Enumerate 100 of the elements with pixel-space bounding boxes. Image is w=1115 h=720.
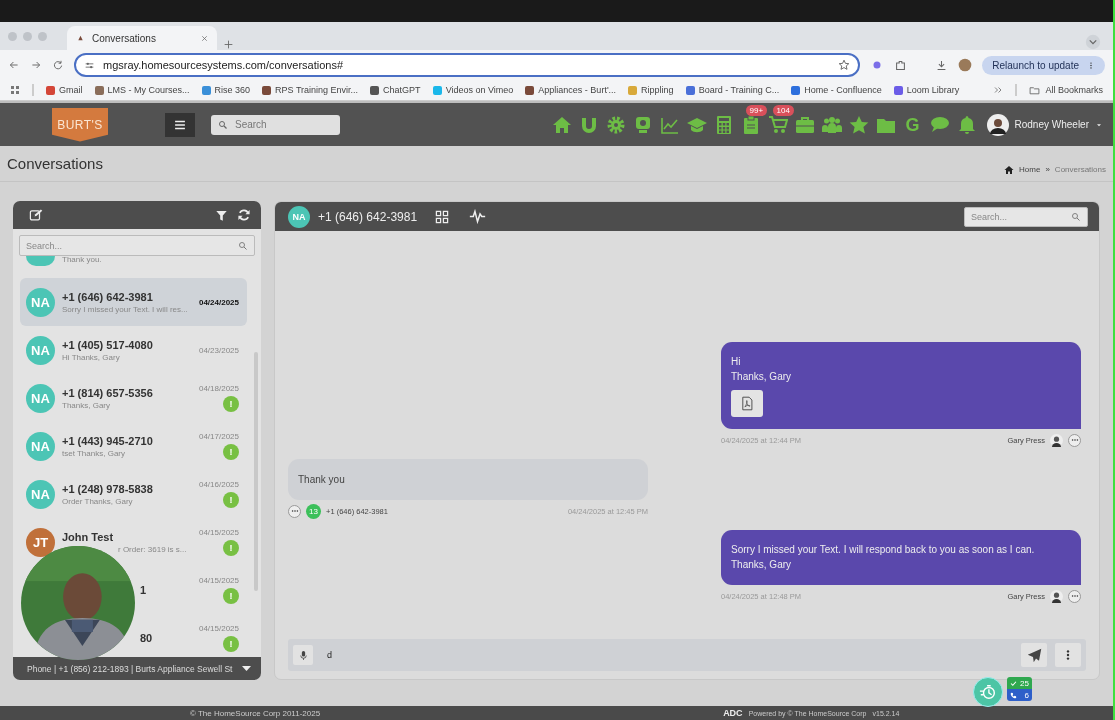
contact-name[interactable]: John Test: [62, 530, 192, 543]
plus-icon[interactable]: [223, 39, 234, 50]
chevron-down-icon[interactable]: [1085, 34, 1101, 50]
pdf-icon: [740, 396, 754, 411]
close-icon[interactable]: [200, 33, 209, 43]
alert-badge: !: [223, 492, 239, 508]
reload-icon[interactable]: [52, 59, 64, 71]
star-icon[interactable]: [838, 59, 851, 71]
bookmark[interactable]: Rise 360: [201, 85, 251, 95]
gear-icon: [605, 114, 626, 135]
microphone-button[interactable]: [293, 645, 313, 665]
more-button[interactable]: [1055, 643, 1081, 667]
more-bookmarks-icon[interactable]: [993, 85, 1004, 95]
refresh-icon[interactable]: [237, 208, 251, 222]
briefcase-icon: [794, 114, 815, 135]
puzzle-icon[interactable]: [894, 58, 908, 72]
home-icon: [551, 114, 572, 135]
avatar: NA: [26, 335, 55, 365]
filter-icon[interactable]: [215, 208, 228, 222]
copyright-text: © The HomeSource Corp 2011-2025: [190, 708, 321, 718]
more-button[interactable]: [1068, 589, 1081, 603]
sender-avatar-icon: [1050, 433, 1063, 447]
alert-badge: !: [223, 396, 239, 412]
contact-name[interactable]: 1: [140, 584, 147, 596]
user-menu[interactable]: Rodney Wheeler: [986, 113, 1103, 136]
contact-name: +1 (248) 978-5838: [62, 482, 154, 495]
sender-avatar-icon: [1050, 589, 1063, 603]
conversation-item[interactable]: NA +1 (248) 978-5838 Order Thanks, Gary 04/16/2025 !: [20, 470, 247, 518]
bookmark[interactable]: RPS Training Envir...: [262, 85, 359, 95]
back-icon[interactable]: [8, 59, 20, 71]
conversation-item[interactable]: NA +1 (443) 945-2710 tset Thanks, Gary 04/17/2025 !: [20, 422, 247, 470]
attachment-button[interactable]: [731, 390, 763, 417]
conversation-item[interactable]: NA +1 (405) 517-4080 Hi Thanks, Gary 04/23/2025: [20, 326, 247, 374]
conversation-date: 04/15/2025: [198, 624, 239, 633]
pulse-icon[interactable]: [469, 208, 487, 225]
contact-name[interactable]: 80: [140, 632, 153, 644]
conversation-item[interactable]: NA +1 (814) 657-5356 Thanks, Gary 04/18/2025 !: [20, 374, 247, 422]
bookmark[interactable]: Rippling: [628, 85, 674, 95]
bookmark[interactable]: LMS - My Courses...: [94, 85, 190, 95]
avatar-icon: [986, 113, 1009, 136]
more-button[interactable]: [1068, 433, 1081, 447]
breadcrumb-link[interactable]: Home: [1019, 165, 1041, 174]
toolbar-button[interactable]: [929, 114, 950, 135]
apps-icon[interactable]: [10, 85, 20, 95]
folder-icon: [1029, 84, 1041, 96]
star-icon: [848, 114, 869, 135]
bookmark[interactable]: Videos on Vimeo: [432, 85, 514, 95]
message-preview: r Order: 3619 is s...: [118, 544, 187, 554]
alert-badge: !: [223, 588, 239, 604]
phone-line-selector[interactable]: Phone | +1 (856) 212-1893 | Burts Appliance Sewell St: [13, 657, 261, 680]
contact-name: +1 (646) 642-3981: [62, 290, 154, 303]
bookmark[interactable]: Home - Confluence: [791, 85, 882, 95]
cart-icon: [767, 114, 788, 135]
menu-button[interactable]: [165, 112, 195, 137]
contact-name: +1 (443) 945-2710: [62, 434, 154, 447]
forward-icon[interactable]: [30, 59, 42, 71]
bookmark[interactable]: Board - Training C...: [685, 85, 780, 95]
speech-bubble-icon: [929, 114, 950, 135]
conversation-date: 04/24/2025: [198, 297, 239, 307]
all-bookmarks[interactable]: All Bookmarks: [1029, 84, 1103, 96]
toolbar-button[interactable]: [605, 114, 626, 135]
message-text: Sorry I missed your Text. I will respond back to you as soon as I can. Thanks, Gary: [731, 543, 1036, 572]
message-preview: Thanks, Gary: [62, 400, 111, 410]
address-bar[interactable]: mgsray.homesourcesystems.com/conversations#: [74, 53, 861, 77]
bookmark[interactable]: Gmail: [46, 85, 83, 95]
conversation-date: 04/15/2025: [198, 576, 239, 585]
stopwatch-icon: [979, 683, 997, 701]
send-button[interactable]: [1021, 643, 1047, 667]
count-badge: 104: [772, 104, 794, 116]
compose-icon[interactable]: [29, 208, 43, 222]
send-icon: [1026, 647, 1042, 663]
toolbar-button[interactable]: [848, 114, 869, 135]
toolbar-button[interactable]: [767, 114, 788, 135]
relaunch-button[interactable]: Relaunch to update: [982, 55, 1105, 75]
completed-count: 25: [1007, 677, 1032, 689]
bookmark[interactable]: ChatGPT: [370, 85, 421, 95]
toolbar-button[interactable]: [551, 114, 572, 135]
check-icon: [1010, 679, 1017, 687]
profile-icon[interactable]: [958, 58, 973, 72]
message-text: Thank you: [298, 473, 346, 487]
search-field[interactable]: Search: [211, 114, 340, 135]
breadcrumb-separator: »: [1045, 165, 1050, 174]
avatar: NA: [26, 383, 55, 413]
avatar: NA: [26, 431, 55, 461]
search-icon: [218, 119, 228, 130]
more-icon: [1070, 436, 1079, 444]
bookmark[interactable]: Loom Library: [893, 85, 960, 95]
more-button[interactable]: [288, 504, 301, 518]
timer-button[interactable]: [973, 677, 1003, 707]
search-icon: [1071, 211, 1081, 222]
phone-icon: [1010, 691, 1017, 699]
grid-icon[interactable]: [435, 209, 450, 224]
toolbar-button[interactable]: [821, 114, 842, 135]
call-count: 6: [1007, 689, 1032, 701]
message-preview: Thank you.: [62, 256, 102, 264]
bookmark[interactable]: Appliances - Burt'...: [525, 85, 617, 95]
toolbar-button[interactable]: [794, 114, 815, 135]
browser-tab[interactable]: Conversations: [67, 26, 217, 50]
conversation-date: 04/16/2025: [198, 480, 239, 489]
alert-badge: !: [223, 540, 239, 556]
